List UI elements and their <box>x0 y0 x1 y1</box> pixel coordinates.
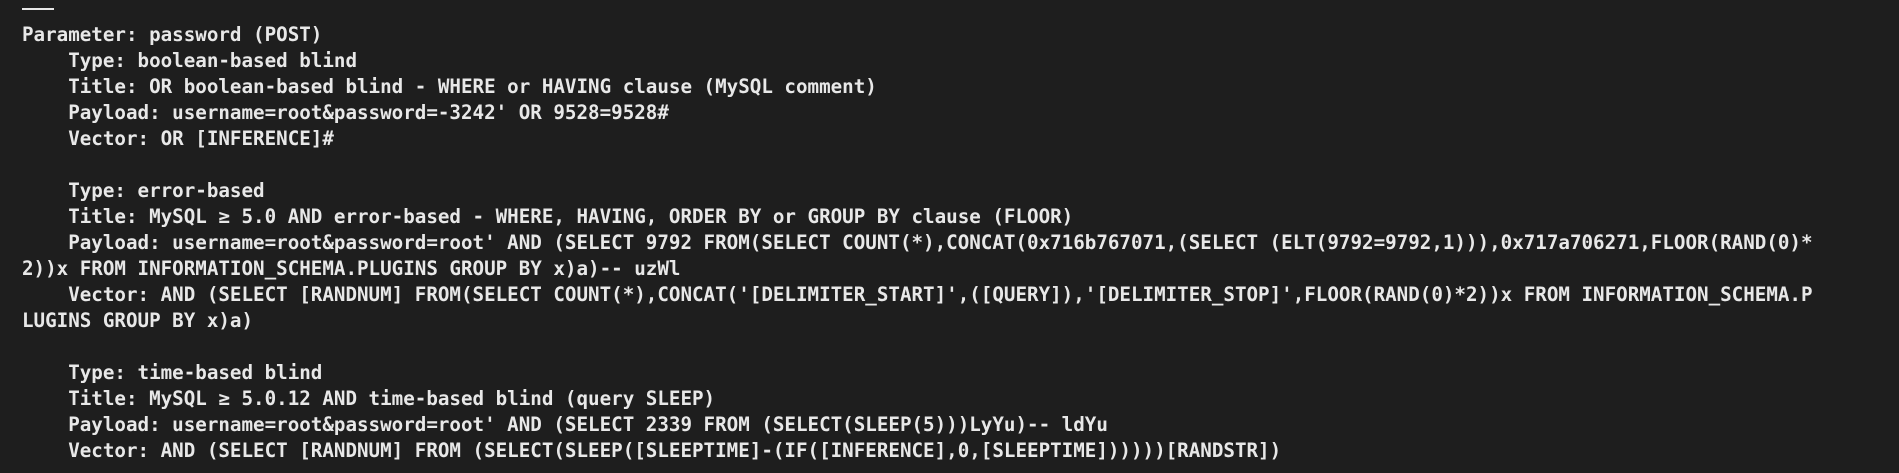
terminal-line-vector-error-cont: LUGINS GROUP BY x)a) <box>22 309 254 332</box>
terminal-line-vector-error: Vector: AND (SELECT [RANDNUM] FROM(SELEC… <box>22 283 1813 306</box>
terminal-line-payload-error-cont: 2))x FROM INFORMATION_SCHEMA.PLUGINS GRO… <box>22 257 681 280</box>
terminal-line-parameter: Parameter: password (POST) <box>22 23 323 46</box>
terminal-line-type-error: Type: error-based <box>22 179 265 202</box>
terminal-line-type-time: Type: time-based blind <box>22 361 323 384</box>
terminal-line-title-error: Title: MySQL ≥ 5.0 AND error-based - WHE… <box>22 205 1074 228</box>
terminal-line-type-boolean: Type: boolean-based blind <box>22 49 358 72</box>
separator-line <box>22 8 54 10</box>
terminal-line-title-boolean: Title: OR boolean-based blind - WHERE or… <box>22 75 877 98</box>
terminal-line-payload-boolean: Payload: username=root&password=-3242' O… <box>22 101 669 124</box>
terminal-window: Parameter: password (POST) Type: boolean… <box>0 0 1899 473</box>
terminal-line-vector-boolean: Vector: OR [INFERENCE]# <box>22 127 334 150</box>
terminal-line-payload-error: Payload: username=root&password=root' AN… <box>22 231 1813 254</box>
terminal-line-title-time: Title: MySQL ≥ 5.0.12 AND time-based bli… <box>22 387 716 410</box>
terminal-output: Parameter: password (POST) Type: boolean… <box>22 22 1813 464</box>
terminal-line-payload-time: Payload: username=root&password=root' AN… <box>22 413 1108 436</box>
terminal-line-vector-time: Vector: AND (SELECT [RANDNUM] FROM (SELE… <box>22 439 1282 462</box>
